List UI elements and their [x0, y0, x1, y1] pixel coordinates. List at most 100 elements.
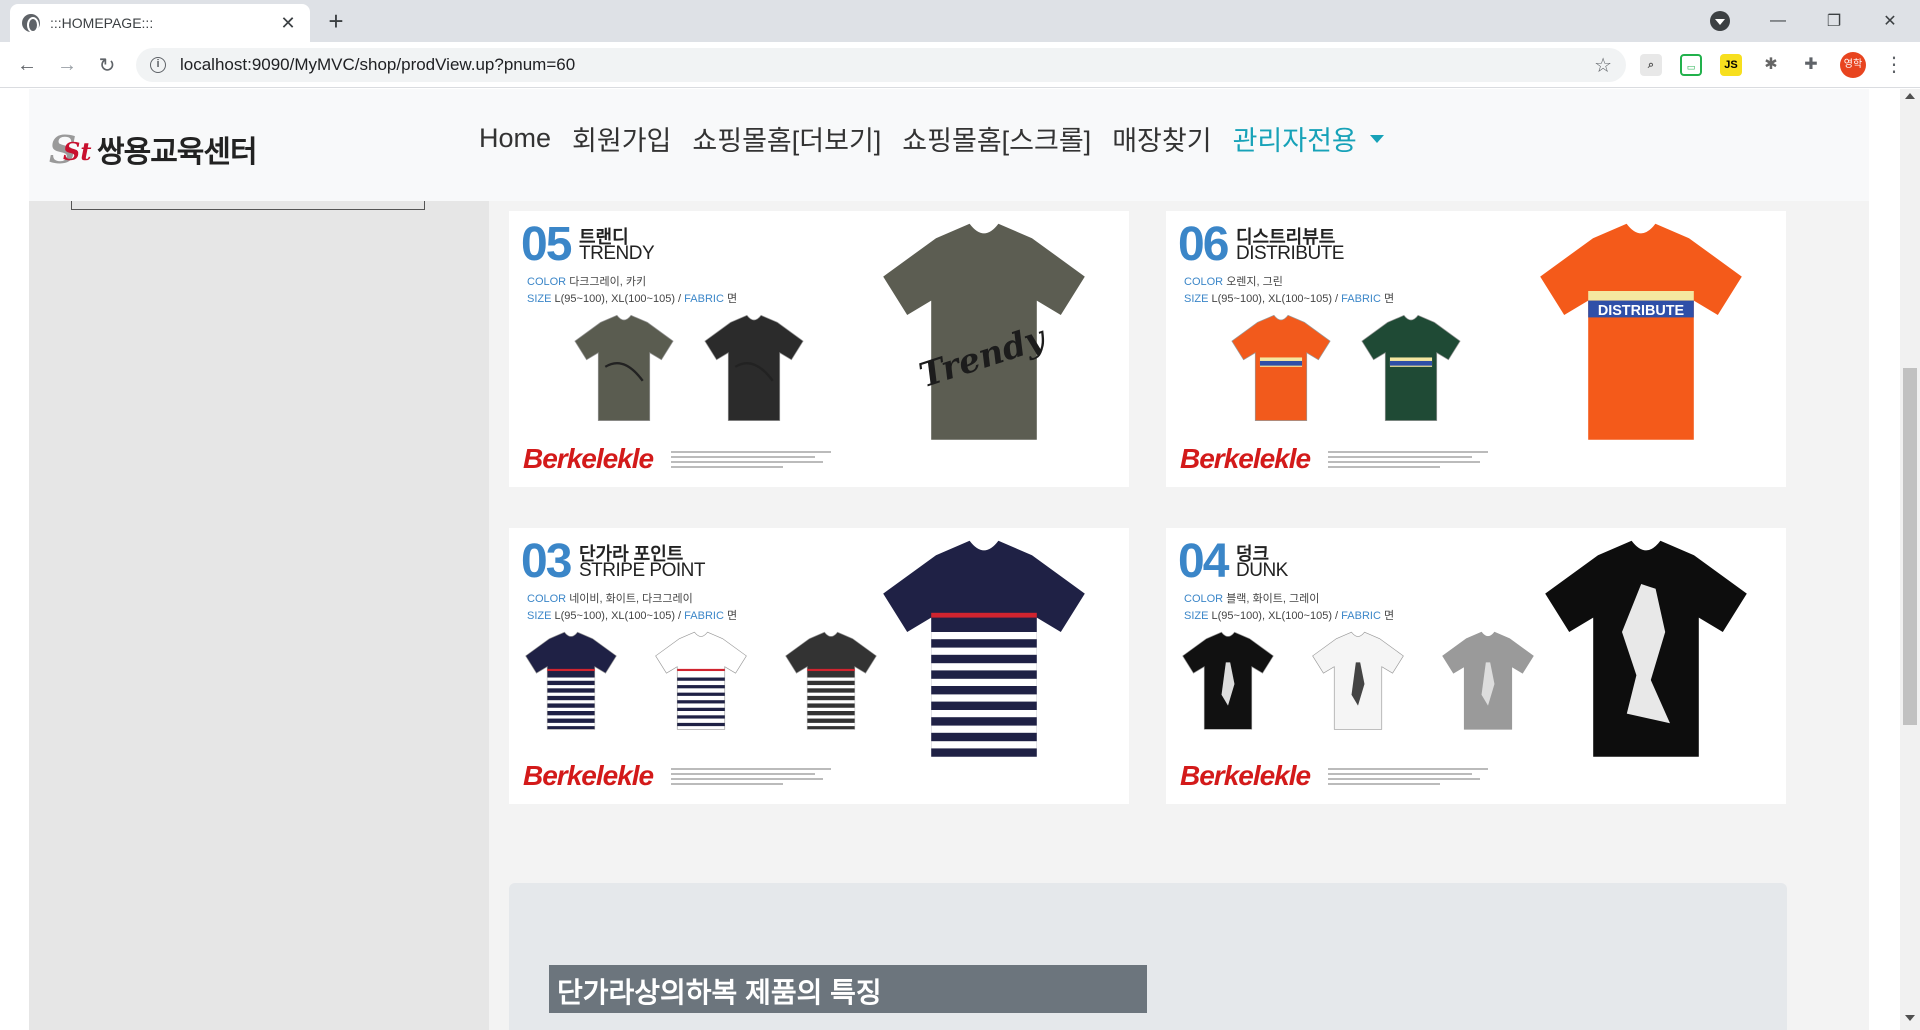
bookmark-star-icon[interactable]: ☆	[1594, 53, 1612, 78]
page-container: S St 쌍용교육센터 Home 회원가입 쇼핑몰홈[더보기] 쇼핑몰홈[스크롤…	[29, 89, 1869, 1030]
product-color-spec: COLOR 오렌지, 그린	[1184, 273, 1283, 289]
scroll-down-icon[interactable]	[1905, 1015, 1915, 1021]
product-card: 03 단가라 포인트 STRIPE POINT COLOR 네이비, 화이트, 다크그…	[509, 528, 1129, 804]
fabric-value: 면	[726, 610, 738, 622]
size-label: SIZE	[1184, 610, 1209, 622]
brand-logo: Berkelekle	[1180, 760, 1311, 791]
restore-button[interactable]: ❐	[1806, 0, 1862, 42]
product-color-spec: COLOR 다크그레이, 카키	[527, 273, 646, 289]
product-name-en: DISTRIBUTE	[1236, 243, 1344, 264]
product-size-spec: SIZE L(95~100), XL(100~105) / FABRIC 면	[527, 290, 737, 306]
back-button[interactable]: ←	[14, 52, 40, 78]
extensions-puzzle-icon[interactable]: ✚	[1800, 54, 1822, 76]
product-card: 05 트랜디 TRENDY COLOR 다크그레이, 카키 SIZE L(95~100)…	[509, 211, 1129, 487]
product-thumbnail-shirt	[1231, 314, 1331, 421]
product-color-spec: COLOR 블랙, 화이트, 그레이	[1184, 590, 1319, 606]
menu-shop-more[interactable]: 쇼핑몰홈[더보기]	[692, 119, 881, 158]
fabric-label: FABRIC	[1341, 610, 1381, 622]
feature-section: 단가라상의하복 제품의 특징	[509, 883, 1787, 1030]
menu-kebab-icon[interactable]: ⋮	[1884, 52, 1904, 77]
product-main-shirt	[1545, 540, 1747, 757]
product-card: 04 덩크 DUNK COLOR 블랙, 화이트, 그레이 SIZE L(95~100)…	[1166, 528, 1786, 804]
page-scrollbar[interactable]	[1900, 89, 1920, 1030]
product-thumbnail-shirt	[704, 314, 804, 421]
forward-button[interactable]: →	[54, 52, 80, 78]
product-number: 05	[521, 218, 572, 271]
extension-search-icon[interactable]: ⌕	[1640, 54, 1662, 76]
tab-search-icon[interactable]	[1710, 11, 1730, 31]
new-tab-button[interactable]: +	[322, 7, 350, 35]
reload-button[interactable]: ↻	[94, 52, 120, 78]
extension-js-icon[interactable]: JS	[1720, 54, 1742, 76]
fine-print	[1328, 451, 1488, 471]
fine-print	[1328, 768, 1488, 788]
product-thumbnail-shirt	[574, 314, 674, 421]
scroll-up-icon[interactable]	[1905, 93, 1915, 99]
product-card: 06 디스트리뷰트 DISTRIBUTE COLOR 오렌지, 그린 SIZE L(95…	[1166, 211, 1786, 487]
fabric-label: FABRIC	[684, 610, 724, 622]
product-thumbnail-shirt	[1361, 314, 1461, 421]
product-thumbnail-shirt	[525, 631, 617, 730]
product-thumbnail-shirt	[1312, 631, 1404, 730]
product-size-spec: SIZE L(95~100), XL(100~105) / FABRIC 면	[1184, 290, 1394, 306]
logo-mark: S St	[49, 127, 93, 172]
product-number: 04	[1178, 535, 1229, 588]
color-value: 다크그레이, 카키	[569, 276, 647, 288]
size-label: SIZE	[527, 293, 552, 305]
product-main-shirt: Trendy	[883, 223, 1085, 440]
menu-register[interactable]: 회원가입	[572, 119, 671, 158]
color-label: COLOR	[527, 593, 567, 605]
color-value: 네이비, 화이트, 다크그레이	[569, 593, 693, 605]
left-column	[29, 89, 489, 1030]
size-value: L(95~100), XL(100~105) /	[554, 293, 682, 305]
scrollbar-thumb[interactable]	[1903, 368, 1917, 725]
shirt-print-text: DISTRIBUTE	[1598, 303, 1685, 319]
brand-logo: Berkelekle	[523, 443, 654, 474]
product-number: 06	[1178, 218, 1229, 271]
fabric-label: FABRIC	[684, 293, 724, 305]
fabric-value: 면	[726, 293, 738, 305]
menu-home[interactable]: Home	[479, 123, 551, 154]
fabric-value: 면	[1383, 610, 1395, 622]
product-name-en: STRIPE POINT	[579, 560, 705, 581]
profile-avatar[interactable]: 영학	[1840, 52, 1866, 78]
color-label: COLOR	[1184, 276, 1224, 288]
menu-store-finder[interactable]: 매장찾기	[1112, 119, 1211, 158]
tab-title: :::HOMEPAGE:::	[50, 15, 154, 31]
chevron-down-icon[interactable]	[1369, 134, 1384, 143]
extension-bug-icon[interactable]: ✱	[1760, 54, 1782, 76]
product-name-en: TRENDY	[579, 243, 655, 264]
address-bar[interactable]: i localhost:9090/MyMVC/shop/prodView.up?…	[136, 48, 1626, 82]
main-menu: Home 회원가입 쇼핑몰홈[더보기] 쇼핑몰홈[스크롤] 매장찾기 관리자전용	[479, 119, 1384, 158]
site-info-icon[interactable]: i	[150, 57, 166, 73]
product-main-shirt	[883, 540, 1085, 757]
fabric-label: FABRIC	[1341, 293, 1381, 305]
size-value: L(95~100), XL(100~105) /	[554, 610, 682, 622]
browser-tab[interactable]: :::HOMEPAGE::: ✕	[10, 4, 310, 42]
fine-print	[671, 451, 831, 471]
menu-admin[interactable]: 관리자전용	[1233, 119, 1357, 158]
brand-logo: Berkelekle	[523, 760, 654, 791]
product-thumbnail-shirt	[1182, 631, 1274, 730]
browser-tabbar: :::HOMEPAGE::: ✕ + — ❐ ✕	[0, 0, 1920, 42]
product-name-en: DUNK	[1236, 560, 1288, 581]
tab-close-icon[interactable]: ✕	[278, 13, 298, 34]
minimize-button[interactable]: —	[1750, 0, 1806, 42]
globe-icon	[22, 14, 40, 33]
color-label: COLOR	[1184, 593, 1224, 605]
product-main-shirt: DISTRIBUTE	[1540, 223, 1742, 440]
color-value: 오렌지, 그린	[1226, 276, 1283, 288]
product-color-spec: COLOR 네이비, 화이트, 다크그레이	[527, 590, 693, 606]
url-text: localhost:9090/MyMVC/shop/prodView.up?pn…	[180, 55, 576, 74]
extension-green-icon[interactable]: ▭	[1680, 54, 1702, 76]
site-header: S St 쌍용교육센터 Home 회원가입 쇼핑몰홈[더보기] 쇼핑몰홈[스크롤…	[29, 89, 1869, 201]
color-value: 블랙, 화이트, 그레이	[1226, 593, 1320, 605]
color-label: COLOR	[527, 276, 567, 288]
fabric-value: 면	[1383, 293, 1395, 305]
feature-title: 단가라상의하복 제품의 특징	[549, 965, 1147, 1013]
close-window-button[interactable]: ✕	[1862, 0, 1918, 42]
menu-shop-scroll[interactable]: 쇼핑몰홈[스크롤]	[902, 119, 1091, 158]
logo-text: 쌍용교육센터	[97, 136, 258, 169]
product-thumbnail-shirt	[655, 631, 747, 730]
site-logo[interactable]: S St 쌍용교육센터	[49, 127, 258, 172]
